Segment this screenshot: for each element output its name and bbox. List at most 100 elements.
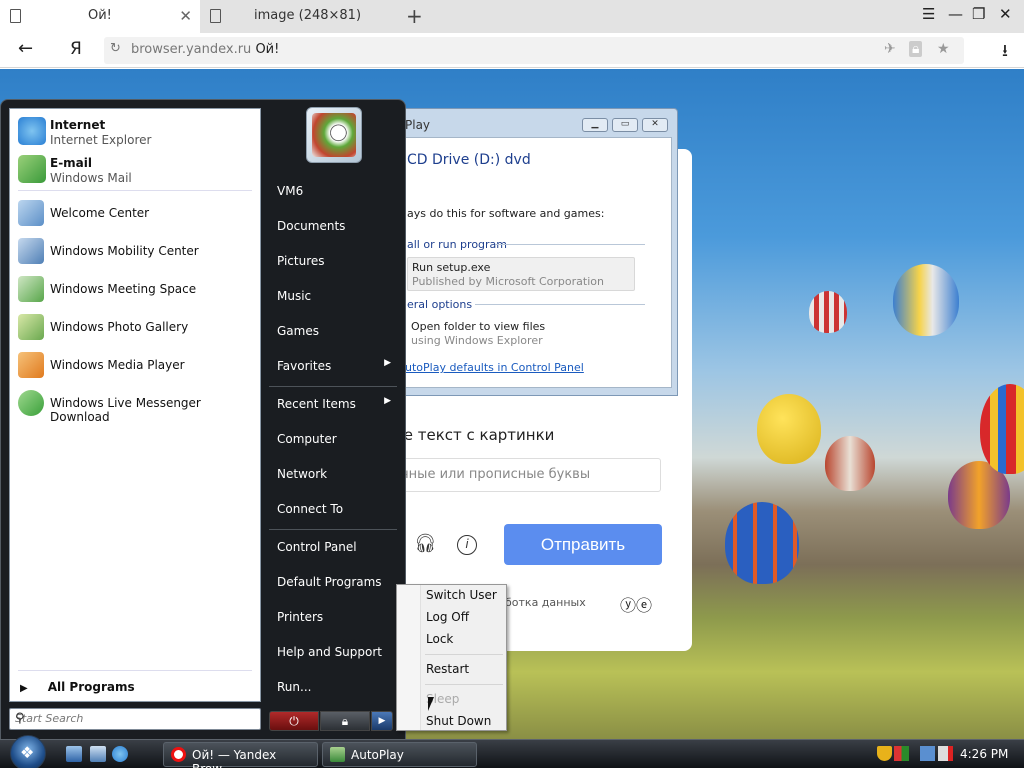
program-mobility-center[interactable]: Windows Mobility Center — [10, 233, 260, 271]
menu-help-support[interactable]: Help and Support — [269, 638, 399, 666]
back-arrow-icon[interactable]: ← — [18, 38, 33, 59]
menu-favorites[interactable]: Favorites ▶ — [269, 352, 399, 380]
taskbar-yandex-browser[interactable]: Ой! — Yandex Brow... — [163, 742, 318, 768]
pinned-subtitle: Windows Mail — [50, 171, 132, 185]
menu-label: Printers — [277, 610, 324, 624]
section-install: all or run program — [407, 238, 508, 251]
minimize-button[interactable]: ▁ — [582, 118, 608, 132]
internet-explorer-icon[interactable] — [112, 746, 128, 762]
menu-label: Games — [277, 324, 319, 338]
program-photo-gallery[interactable]: Windows Photo Gallery — [10, 309, 260, 347]
power-options-arrow[interactable]: ▶ — [371, 711, 393, 731]
captcha-input[interactable]: чные или прописные буквы — [380, 458, 661, 492]
program-welcome-center[interactable]: Welcome Center — [10, 195, 260, 233]
menu-icon[interactable]: ☰ — [922, 5, 935, 23]
mobility-center-icon — [18, 238, 44, 264]
menu-pictures[interactable]: Pictures — [269, 247, 399, 275]
balloon-image — [825, 436, 875, 491]
pinned-internet[interactable]: Internet Internet Explorer — [10, 113, 260, 151]
lock-button[interactable]: 🔒︎ — [320, 711, 370, 731]
pinned-subtitle: Internet Explorer — [50, 133, 152, 147]
menu-label: Help and Support — [277, 645, 382, 659]
run-setup-option[interactable]: Run setup.exe Published by Microsoft Cor… — [407, 257, 635, 291]
balloon-image — [980, 384, 1024, 474]
info-icon[interactable]: i — [457, 535, 477, 555]
show-desktop-icon[interactable] — [66, 746, 82, 762]
switch-windows-icon[interactable] — [90, 746, 106, 762]
always-checkbox-label[interactable]: ays do this for software and games: — [407, 207, 604, 220]
menu-run[interactable]: Run... — [269, 673, 399, 701]
menu-connect-to[interactable]: Connect To — [269, 495, 399, 523]
network-icon[interactable] — [920, 746, 935, 761]
pinned-title: E-mail — [50, 156, 93, 170]
tab-title: image (248×81) — [254, 8, 362, 23]
menu-network[interactable]: Network — [269, 460, 399, 488]
user-avatar[interactable] — [306, 107, 362, 163]
menu-label: VM6 — [277, 184, 304, 198]
menu-label: Recent Items — [277, 397, 356, 411]
reload-icon[interactable]: ↻ — [110, 41, 121, 56]
submenu-arrow-icon: ▶ — [384, 396, 391, 406]
pinned-email[interactable]: E-mail Windows Mail — [10, 151, 260, 189]
power-icon: ⏻ — [289, 714, 299, 728]
menu-music[interactable]: Music — [269, 282, 399, 310]
menu-label: Favorites — [277, 359, 332, 373]
menu-shut-down[interactable]: Shut Down — [426, 714, 491, 728]
program-media-player[interactable]: Windows Media Player — [10, 347, 260, 385]
windows-mail-icon — [18, 155, 46, 183]
menu-lock[interactable]: Lock — [426, 632, 453, 646]
headphones-icon[interactable]: 🎧︎ — [414, 533, 437, 554]
new-tab-button[interactable]: + — [406, 4, 423, 28]
address-bar: ← Я ↻ browser.yandex.ru Ой! ✈ 🔒︎ ★ ⭳ — [0, 33, 1024, 68]
download-icon[interactable]: ⭳ — [1002, 38, 1008, 67]
close-button[interactable]: ✕ — [642, 118, 668, 132]
bookmark-star-icon[interactable]: ★ — [937, 41, 950, 57]
maximize-button[interactable]: ❐ — [972, 5, 985, 23]
send-button[interactable]: Отправить — [504, 524, 662, 565]
yandex-logo[interactable]: Я — [70, 39, 82, 59]
drive-title: CD Drive (D:) dvd — [407, 152, 531, 168]
menu-switch-user[interactable]: Switch User — [426, 588, 497, 602]
processing-text: ботка данных — [505, 596, 586, 609]
program-label: Windows Mobility Center — [50, 244, 199, 258]
close-tab-icon[interactable]: ✕ — [179, 7, 192, 25]
menu-games[interactable]: Games — [269, 317, 399, 345]
close-window-button[interactable]: ✕ — [999, 5, 1012, 23]
tab-oi[interactable]: Ой! ✕ — [0, 0, 200, 33]
lock-icon: 🔒︎ — [341, 714, 349, 728]
all-programs-button[interactable]: ▶ All Programs — [20, 680, 135, 694]
menu-restart[interactable]: Restart — [426, 662, 469, 676]
menu-documents[interactable]: Documents — [269, 212, 399, 240]
maximize-button[interactable]: ▭ — [612, 118, 638, 132]
mouse-cursor-icon — [428, 697, 434, 711]
control-panel-link[interactable]: utoPlay defaults in Control Panel — [405, 361, 584, 374]
start-search-input[interactable]: Start Search ⚲ — [9, 708, 261, 730]
menu-printers[interactable]: Printers — [269, 603, 399, 631]
menu-control-panel[interactable]: Control Panel — [269, 533, 399, 561]
menu-label: Run... — [277, 680, 312, 694]
security-shield-icon[interactable] — [877, 746, 892, 761]
minimize-button[interactable]: — — [948, 5, 963, 23]
power-button[interactable]: ⏻ — [269, 711, 319, 731]
divider — [18, 190, 252, 191]
program-meeting-space[interactable]: Windows Meeting Space — [10, 271, 260, 309]
url-field[interactable]: ↻ browser.yandex.ru Ой! ✈ 🔒︎ ★ — [104, 37, 964, 64]
menu-default-programs[interactable]: Default Programs — [269, 568, 399, 596]
welcome-center-icon — [18, 200, 44, 226]
tab-image[interactable]: image (248×81) — [200, 0, 400, 33]
start-button[interactable]: ❖ — [10, 735, 46, 768]
windows-flag-icon[interactable] — [894, 746, 909, 761]
open-folder-option[interactable]: Open folder to view files using Windows … — [407, 317, 635, 351]
pinned-title: Internet — [50, 118, 106, 132]
menu-label: Connect To — [277, 502, 344, 516]
pin-icon[interactable]: ✈ — [884, 41, 896, 57]
menu-vm6[interactable]: VM6 — [269, 177, 399, 205]
menu-computer[interactable]: Computer — [269, 425, 399, 453]
power-bar: ⏻ 🔒︎ ▶ — [269, 711, 394, 731]
program-messenger-download[interactable]: Windows Live Messenger Download — [10, 385, 260, 424]
lock-icon[interactable]: 🔒︎ — [909, 41, 923, 57]
taskbar-autoplay[interactable]: AutoPlay — [322, 742, 477, 767]
menu-recent-items[interactable]: Recent Items ▶ — [269, 390, 399, 418]
menu-log-off[interactable]: Log Off — [426, 610, 469, 624]
volume-muted-icon[interactable] — [938, 746, 953, 761]
